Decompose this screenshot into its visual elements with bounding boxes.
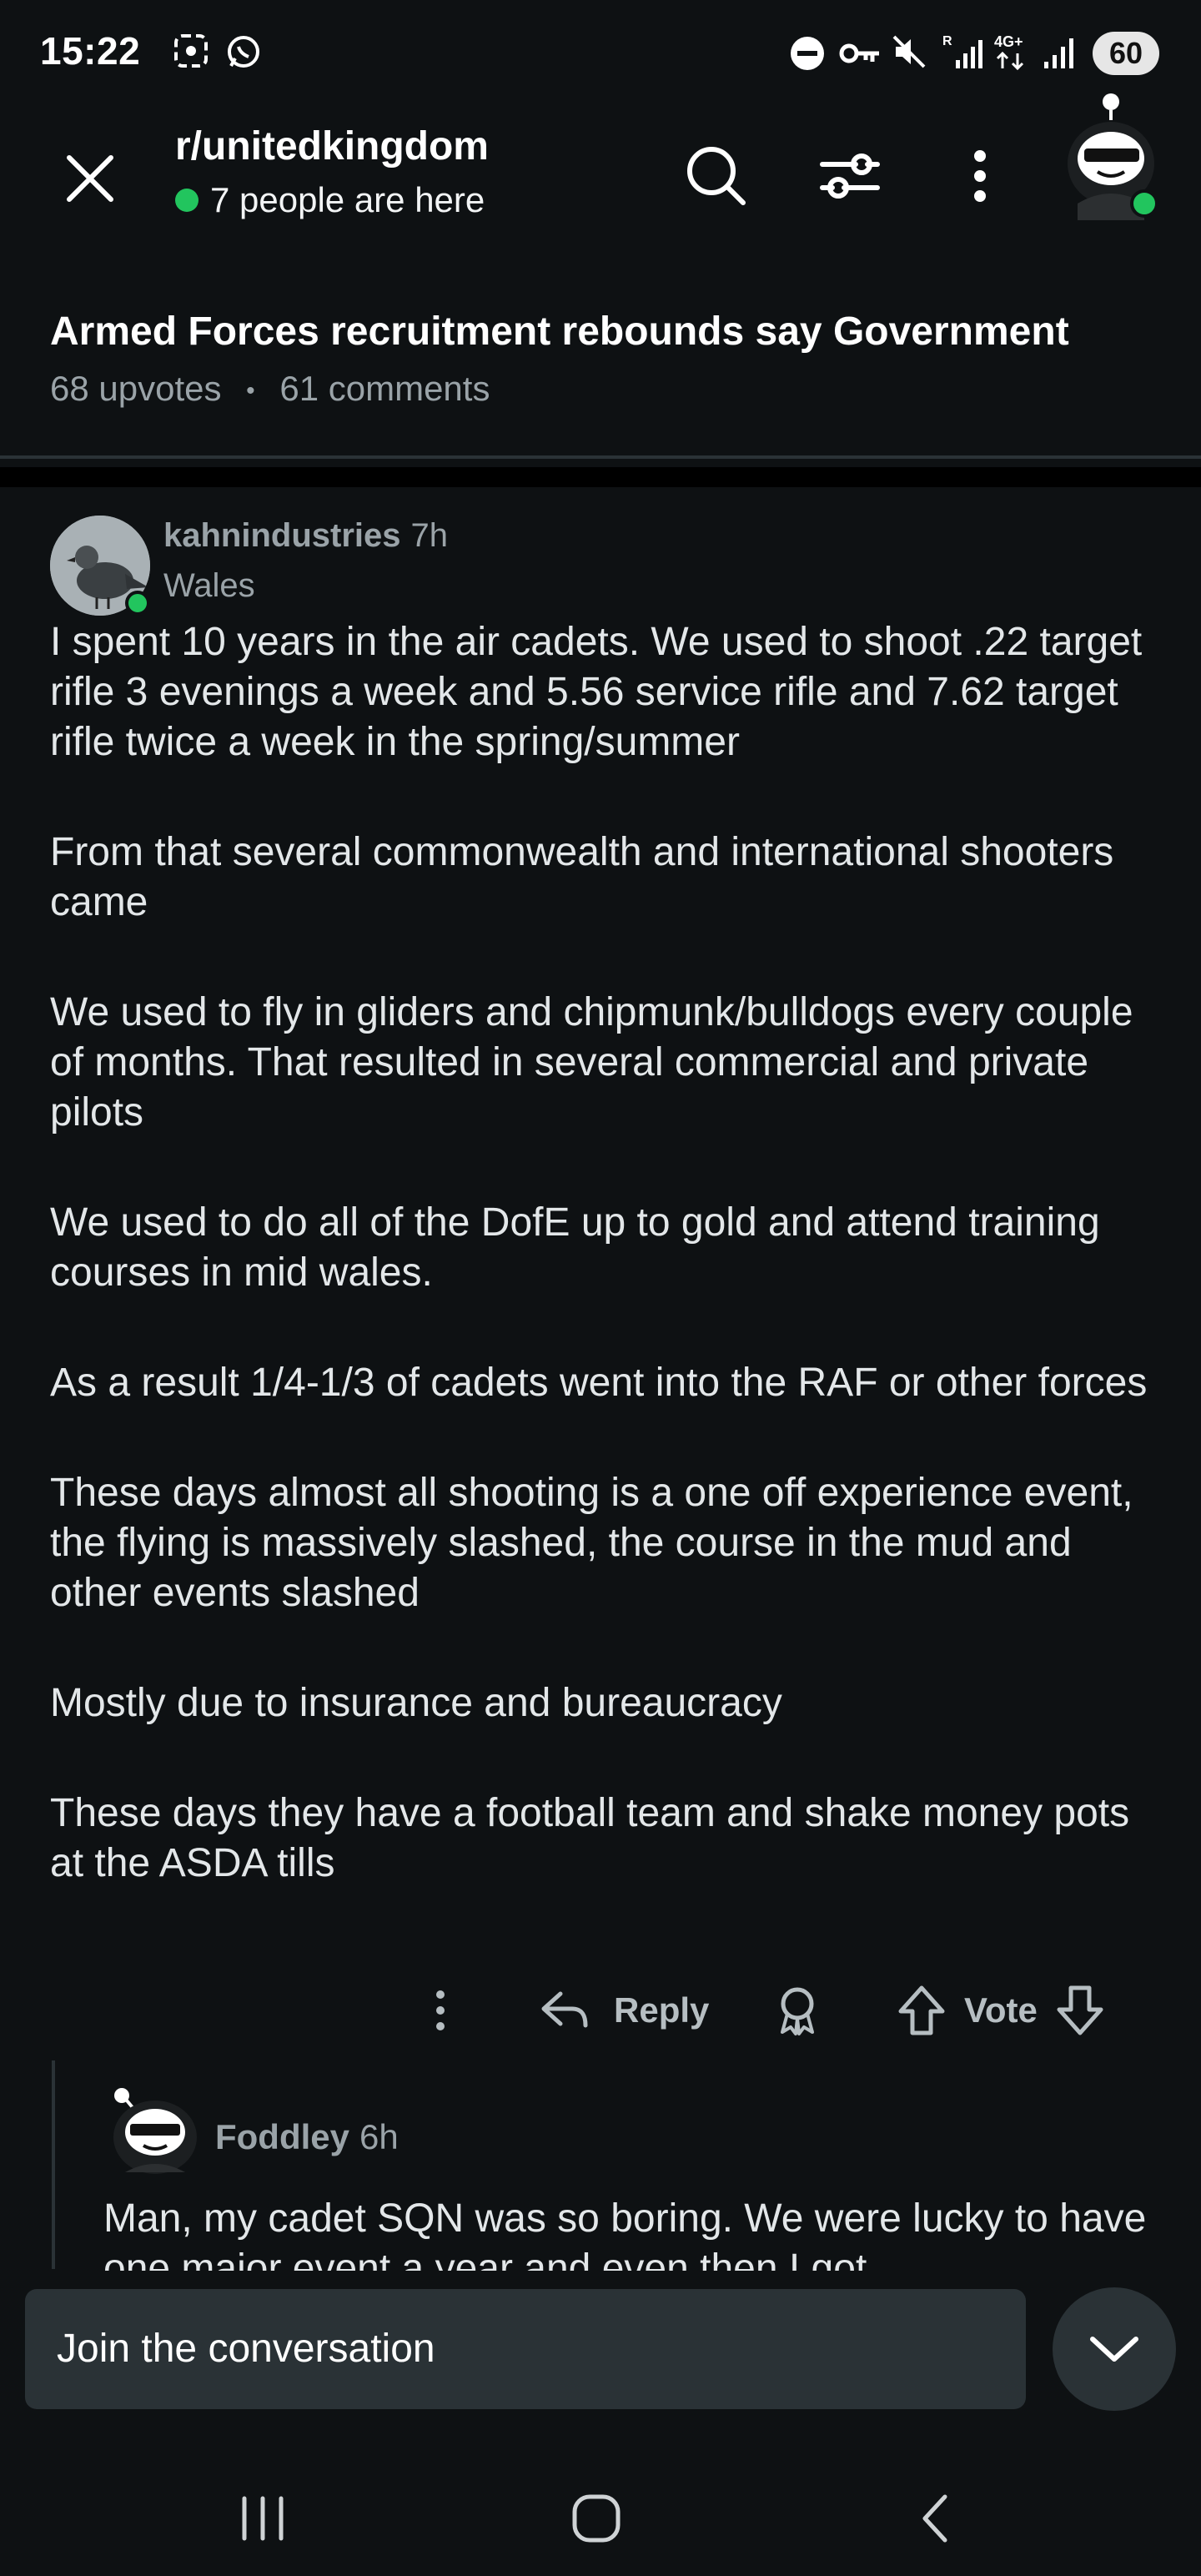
roaming-signal-icon: R bbox=[942, 32, 984, 73]
downvote-arrow-icon[interactable] bbox=[1056, 1985, 1104, 2036]
comment-count: 61 comments bbox=[279, 369, 490, 408]
comment-paragraph: From that several commonwealth and inter… bbox=[50, 830, 1114, 924]
status-bar: 15:22 R 4G+ 60 bbox=[0, 0, 1201, 107]
reply-author-name[interactable]: Foddley bbox=[215, 2117, 349, 2156]
mute-icon bbox=[891, 33, 927, 70]
status-time: 15:22 bbox=[40, 29, 141, 73]
thread-line[interactable] bbox=[52, 2060, 55, 2269]
search-icon bbox=[687, 147, 746, 205]
user-avatar[interactable] bbox=[1064, 87, 1164, 220]
subreddit-name[interactable]: r/unitedkingdom bbox=[175, 123, 489, 169]
comment-paragraph: Mostly due to insurance and bureaucracy bbox=[50, 1681, 782, 1725]
vote-control: Vote bbox=[897, 1977, 1104, 2044]
search-button[interactable] bbox=[679, 138, 754, 214]
back-button[interactable] bbox=[889, 2461, 981, 2576]
close-button[interactable] bbox=[52, 140, 128, 217]
snoo-sunglasses-avatar-icon bbox=[113, 2088, 197, 2174]
comment-paragraph: We used to fly in gliders and chipmunk/b… bbox=[50, 990, 1133, 1135]
home-icon bbox=[572, 2494, 621, 2543]
vote-label: Vote bbox=[964, 1990, 1038, 2030]
battery-indicator: 60 bbox=[1093, 32, 1159, 75]
comment-paragraph: These days almost all shooting is a one … bbox=[50, 1471, 1133, 1615]
comment-body: I spent 10 years in the air cadets. We u… bbox=[50, 617, 1168, 1949]
recents-icon bbox=[242, 2496, 284, 2541]
home-button[interactable] bbox=[550, 2461, 642, 2576]
post-meta: 68 upvotes • 61 comments bbox=[50, 369, 490, 409]
filter-button[interactable] bbox=[812, 138, 887, 214]
comment-actions: Reply Vote bbox=[0, 1977, 1201, 2044]
reply-body: Man, my cadet SQN was so boring. We were… bbox=[103, 2196, 1147, 2271]
online-count: 7 people are here bbox=[175, 180, 485, 220]
reply-button[interactable]: Reply bbox=[539, 1977, 709, 2044]
award-button[interactable] bbox=[771, 1977, 824, 2044]
svg-text:R: R bbox=[942, 34, 952, 48]
composer-placeholder[interactable]: Join the conversation bbox=[57, 2326, 435, 2372]
post-title[interactable]: Armed Forces recruitment rebounds say Go… bbox=[50, 309, 1151, 355]
collapse-button[interactable] bbox=[1053, 2287, 1176, 2411]
commenter-online-badge bbox=[125, 591, 150, 616]
comment-paragraph: These days they have a football team and… bbox=[50, 1791, 1130, 1885]
comment-age: 7h bbox=[410, 517, 449, 554]
recents-button[interactable] bbox=[217, 2461, 309, 2576]
reply-age: 6h bbox=[359, 2117, 399, 2156]
comment-paragraph: We used to do all of the DofE up to gold… bbox=[50, 1200, 1100, 1295]
reply-author[interactable]: Foddley 6h bbox=[215, 2117, 399, 2157]
reply-label: Reply bbox=[614, 1990, 710, 2030]
more-vertical-icon bbox=[974, 150, 986, 202]
user-flair: Wales bbox=[163, 567, 255, 604]
section-divider bbox=[0, 467, 1201, 487]
vpn-key-icon bbox=[839, 38, 882, 68]
comment-author-name[interactable]: kahnindustries bbox=[163, 517, 401, 554]
meta-separator: • bbox=[246, 376, 255, 405]
reply-avatar[interactable] bbox=[107, 2085, 198, 2177]
do-not-disturb-icon bbox=[789, 35, 826, 72]
svg-text:4G+: 4G+ bbox=[994, 33, 1023, 50]
award-icon bbox=[781, 1987, 814, 2035]
4g-data-icon: 4G+ bbox=[992, 32, 1034, 73]
upvote-count: 68 upvotes bbox=[50, 369, 222, 408]
comment-paragraph: I spent 10 years in the air cadets. We u… bbox=[50, 620, 1143, 764]
upvote-arrow-icon[interactable] bbox=[897, 1985, 946, 2036]
reply-arrow-icon bbox=[541, 1991, 588, 2028]
online-dot bbox=[175, 189, 198, 212]
comment-paragraph: As a result 1/4-1/3 of cadets went into … bbox=[50, 1361, 1148, 1405]
more-vertical-icon bbox=[436, 1990, 445, 2030]
whatsapp-notification-icon bbox=[225, 33, 262, 70]
comment-more-button[interactable] bbox=[417, 1977, 464, 2044]
filter-icon bbox=[820, 153, 880, 199]
chevron-down-icon bbox=[1090, 2337, 1138, 2362]
screenshot-notification-icon bbox=[173, 33, 209, 68]
close-icon bbox=[67, 155, 113, 202]
more-options-button[interactable] bbox=[942, 138, 1018, 214]
comment-author[interactable]: kahnindustries 7h bbox=[163, 517, 448, 555]
back-icon bbox=[922, 2494, 947, 2543]
online-count-label: 7 people are here bbox=[210, 180, 485, 219]
header-divider bbox=[0, 455, 1201, 459]
signal-icon bbox=[1043, 33, 1079, 70]
system-nav-bar bbox=[0, 2461, 1201, 2576]
